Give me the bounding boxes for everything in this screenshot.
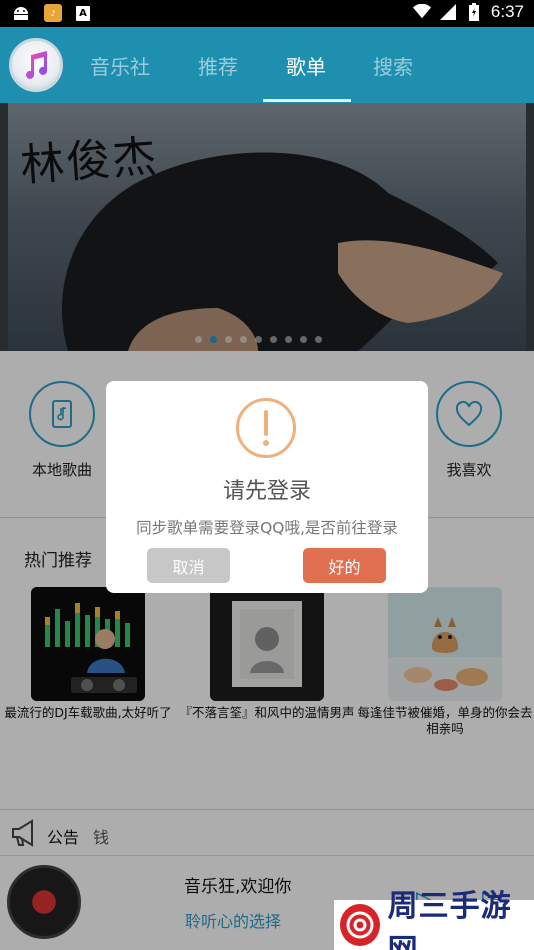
android-icon bbox=[12, 4, 30, 22]
watermark-text: 周三手游网 bbox=[387, 889, 512, 950]
warning-icon bbox=[236, 398, 296, 458]
watermark: 周三手游网 bbox=[334, 889, 534, 950]
login-dialog: 请先登录 同步歌单需要登录QQ哦,是否前往登录 取消 好的 bbox=[106, 381, 428, 593]
ok-button[interactable]: 好的 bbox=[303, 548, 386, 583]
tab-search[interactable]: 搜索 bbox=[373, 51, 413, 80]
app-logo[interactable] bbox=[9, 38, 63, 92]
status-bar: ♪ A 6:37 bbox=[0, 0, 534, 27]
app-header: 音乐社 推荐 歌单 搜索 bbox=[0, 27, 534, 103]
cancel-button[interactable]: 取消 bbox=[147, 548, 230, 583]
signal-icon bbox=[439, 3, 457, 21]
music-note-icon bbox=[26, 51, 47, 79]
tab-playlist[interactable]: 歌单 bbox=[286, 51, 326, 80]
dialog-title: 请先登录 bbox=[222, 479, 311, 504]
tab-recommend[interactable]: 推荐 bbox=[198, 51, 238, 80]
tab-music-club[interactable]: 音乐社 bbox=[90, 51, 150, 80]
active-tab-indicator bbox=[263, 99, 351, 102]
battery-icon bbox=[465, 3, 483, 21]
a-notification-icon: A bbox=[76, 5, 90, 21]
wifi-icon bbox=[412, 3, 431, 21]
dialog-message: 同步歌单需要登录QQ哦,是否前往登录 bbox=[136, 519, 398, 537]
clock: 6:37 bbox=[490, 2, 524, 21]
app-badge-icon: ♪ bbox=[44, 4, 62, 22]
watermark-logo-icon bbox=[340, 904, 380, 946]
